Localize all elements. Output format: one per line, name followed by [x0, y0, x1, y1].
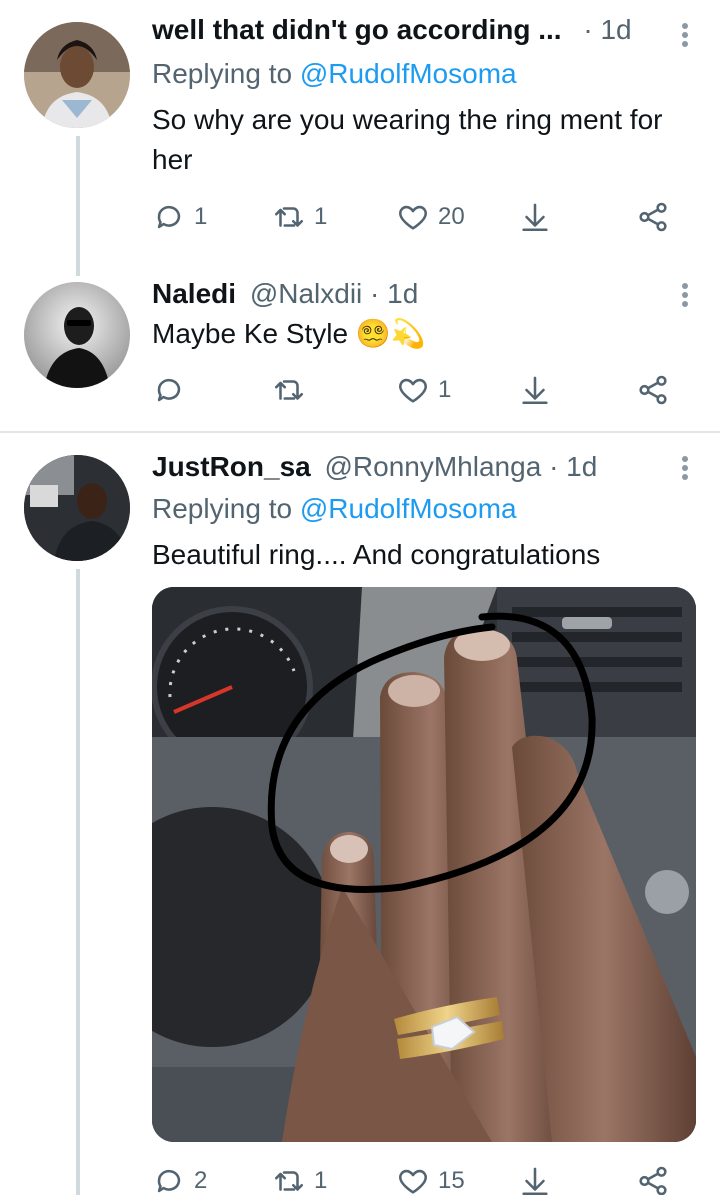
retweet-button[interactable]: [272, 370, 314, 410]
avatar[interactable]: [24, 282, 130, 388]
retweet-count: 1: [314, 1167, 328, 1194]
like-icon: [399, 378, 427, 403]
like-button[interactable]: 15: [396, 1161, 465, 1195]
replying-to: Replying to @RudolfMosoma: [152, 58, 517, 90]
reply-count: 2: [194, 1167, 208, 1194]
more-icon[interactable]: [680, 280, 690, 310]
timestamp[interactable]: · 1d: [583, 14, 631, 45]
share-icon: [639, 375, 667, 405]
mention-link[interactable]: @RudolfMosoma: [300, 493, 517, 524]
tweet-actions: 1: [152, 370, 682, 410]
like-button[interactable]: 20: [396, 197, 465, 237]
tweet-actions: 1 1 20: [152, 197, 682, 237]
reply-icon: [157, 205, 181, 229]
reply-button[interactable]: 1: [152, 197, 207, 237]
like-count: 15: [438, 1167, 465, 1194]
thread-line: [76, 136, 80, 276]
like-count: 20: [438, 203, 465, 230]
tweet-media-image[interactable]: [152, 587, 696, 1142]
retweet-button[interactable]: 1: [272, 197, 327, 237]
share-icon: [639, 202, 667, 232]
tweet-2[interactable]: Naledi @Nalxdii · 1d Maybe Ke Style 😵‍💫💫…: [0, 270, 720, 432]
retweet-count: 1: [314, 203, 328, 230]
reply-count: 1: [194, 203, 208, 230]
retweet-icon: [274, 1171, 304, 1191]
tweet-text: Beautiful ring.... And congratulations: [152, 539, 601, 570]
more-icon[interactable]: [680, 20, 690, 50]
avatar[interactable]: [24, 455, 130, 561]
like-count: 1: [438, 376, 452, 403]
thread-line: [76, 569, 80, 1195]
display-name[interactable]: Naledi: [152, 278, 236, 309]
download-icon: [522, 1167, 548, 1195]
retweet-icon: [274, 207, 304, 227]
share-button[interactable]: [636, 197, 670, 237]
reply-button[interactable]: 2: [152, 1161, 207, 1195]
tweet-actions: 2 1 15: [152, 1161, 682, 1195]
like-icon: [399, 1169, 427, 1194]
tweet-text: Maybe Ke Style 😵‍💫💫: [152, 318, 426, 349]
more-icon[interactable]: [680, 453, 690, 483]
download-icon: [522, 203, 548, 232]
download-button[interactable]: [518, 197, 552, 237]
retweet-button[interactable]: 1: [272, 1161, 327, 1195]
tweet-header: Naledi @Nalxdii · 1d: [152, 278, 418, 310]
tweet-header: well that didn't go according ... · 1d: [152, 14, 632, 46]
timestamp[interactable]: · 1d: [370, 278, 418, 309]
retweet-icon: [274, 380, 304, 400]
mention-link[interactable]: @RudolfMosoma: [300, 58, 517, 89]
replying-to-label: Replying to: [152, 58, 300, 89]
replying-to: Replying to @RudolfMosoma: [152, 493, 517, 525]
ring-photo: [152, 587, 696, 1142]
tweet-header: JustRon_sa @RonnyMhlanga · 1d: [152, 451, 597, 483]
download-button[interactable]: [518, 370, 552, 410]
timestamp[interactable]: · 1d: [549, 451, 597, 482]
avatar[interactable]: [24, 22, 130, 128]
replying-to-label: Replying to: [152, 493, 300, 524]
reply-icon: [157, 1169, 181, 1193]
tweet-1[interactable]: well that didn't go according ... · 1d R…: [0, 0, 720, 276]
like-button[interactable]: 1: [396, 370, 451, 410]
like-icon: [399, 205, 427, 230]
display-name[interactable]: well that didn't go according ...: [152, 14, 562, 45]
share-button[interactable]: [636, 370, 670, 410]
user-handle[interactable]: @Nalxdii: [250, 278, 362, 309]
user-handle[interactable]: @RonnyMhlanga: [325, 451, 542, 482]
display-name[interactable]: JustRon_sa: [152, 451, 311, 482]
share-button[interactable]: [636, 1161, 670, 1195]
reply-button[interactable]: [152, 370, 194, 410]
reply-icon: [157, 378, 181, 402]
download-button[interactable]: [518, 1161, 552, 1195]
tweet-text: So why are you wearing the ring ment for…: [152, 104, 663, 175]
download-icon: [522, 376, 548, 405]
share-icon: [639, 1166, 667, 1195]
